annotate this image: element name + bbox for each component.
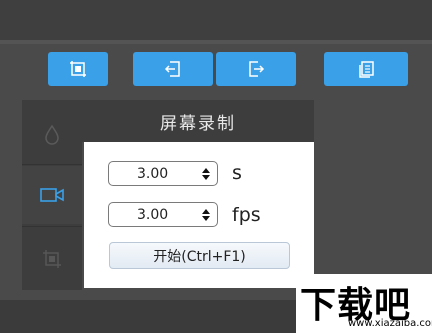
sidebar-divider (22, 164, 82, 165)
tool-sidebar (22, 100, 82, 290)
sidebar-divider (22, 226, 82, 227)
increment-arrow-icon[interactable] (202, 167, 210, 173)
site-watermark-logo: 下载吧 www.xiazaiba.com (296, 274, 432, 333)
sidebar-item-crop[interactable] (22, 230, 82, 288)
crop-icon (43, 250, 61, 268)
recording-settings-card: 3.00 s 3.00 fps 开始(Ctrl+F1) (84, 142, 314, 288)
duration-stepper[interactable] (199, 167, 217, 180)
framerate-stepper[interactable] (199, 208, 217, 221)
watermark-url: www.xiazaiba.com (348, 318, 432, 329)
documents-button[interactable] (324, 52, 408, 86)
screen-capture-button[interactable] (48, 52, 108, 86)
decrement-arrow-icon[interactable] (202, 215, 210, 221)
screen-capture-icon (70, 61, 86, 77)
title-bar (0, 0, 432, 40)
export-icon (249, 61, 265, 77)
sidebar-item-screen-record[interactable] (22, 166, 82, 224)
framerate-value[interactable]: 3.00 (109, 207, 199, 223)
panel-title: 屏幕录制 (160, 113, 236, 134)
duration-spinbox[interactable]: 3.00 (108, 161, 218, 186)
sidebar-item-watermark[interactable] (22, 106, 82, 164)
title-bar-divider (0, 40, 432, 44)
import-button[interactable] (133, 52, 213, 86)
duration-value[interactable]: 3.00 (109, 166, 199, 182)
start-recording-button[interactable]: 开始(Ctrl+F1) (109, 242, 290, 269)
water-drop-icon (45, 124, 59, 145)
increment-arrow-icon[interactable] (202, 208, 210, 214)
export-button[interactable] (216, 52, 296, 86)
panel-header: 屏幕录制 (82, 100, 314, 142)
framerate-spinbox[interactable]: 3.00 (108, 202, 218, 227)
documents-icon (359, 61, 374, 78)
video-camera-icon (40, 188, 64, 202)
duration-unit: s (232, 162, 242, 184)
decrement-arrow-icon[interactable] (202, 174, 210, 180)
framerate-unit: fps (232, 204, 261, 226)
import-icon (164, 61, 180, 77)
